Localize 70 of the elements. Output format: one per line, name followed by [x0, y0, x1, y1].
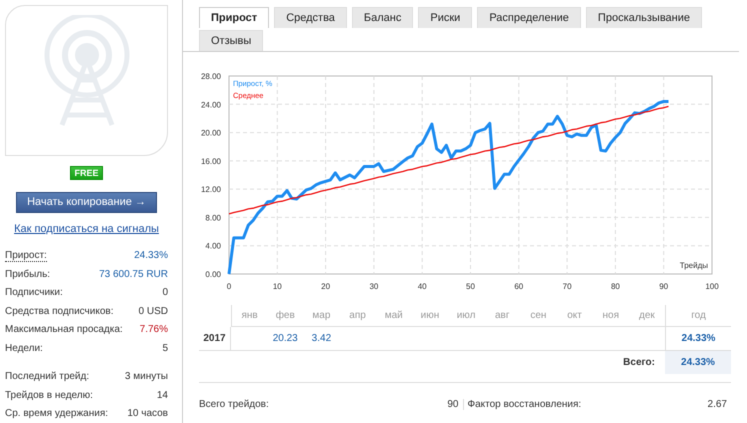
month-header: май — [376, 305, 412, 327]
tab[interactable]: Отзывы — [199, 30, 264, 51]
stat-label: Трейдов в неделю: — [5, 390, 93, 401]
summary-label: Фактор восстановления: — [468, 399, 582, 410]
y-tick-label: 28.00 — [200, 72, 221, 81]
x-tick-label: 70 — [562, 282, 572, 291]
y-tick-label: 20.00 — [200, 128, 221, 138]
month-header: фев — [267, 305, 304, 327]
start-copying-button[interactable]: Начать копирование → — [16, 192, 157, 212]
x-tick-label: 0 — [226, 282, 232, 291]
month-header: дек — [628, 305, 665, 327]
year-cell: 2017 — [199, 327, 231, 351]
x-tick-label: 30 — [369, 282, 378, 291]
tab[interactable]: Баланс — [352, 7, 414, 28]
stat-value: 24.33% — [134, 250, 168, 262]
month-header: авг — [484, 305, 520, 327]
y-tick-label: 4.00 — [205, 242, 221, 251]
tab[interactable]: Прирост — [199, 7, 270, 28]
stat-value: 3 минуты — [124, 371, 168, 382]
month-header: янв — [231, 305, 268, 327]
total-label: Всего: — [622, 356, 656, 370]
total-value: 24.33% — [665, 351, 731, 374]
stat-label: Последний трейд: — [5, 371, 90, 382]
stat-value: 14 — [156, 390, 168, 401]
tab[interactable]: Риски — [418, 7, 472, 28]
stat-value: 10 часов — [127, 408, 168, 420]
x-tick-label: 50 — [466, 282, 475, 291]
x-tick-label: 90 — [659, 282, 668, 291]
x-tick-label: 80 — [610, 282, 620, 291]
x-tick-label: 60 — [514, 282, 524, 291]
stat-label: Максимальная просадка: — [5, 324, 123, 336]
summary-value: 2.67 — [708, 399, 727, 410]
x-tick-label: 40 — [418, 282, 427, 291]
x-tick-label: 100 — [705, 282, 719, 291]
summary-label: Всего трейдов: — [199, 399, 269, 410]
month-value: 3.42 — [303, 327, 340, 351]
stat-value: 73 600.75 RUR — [99, 268, 168, 280]
x-tick-label: 10 — [272, 282, 282, 291]
y-tick-label: 24.00 — [200, 100, 221, 110]
stat-value: 5 — [162, 342, 168, 354]
month-header: ноя — [592, 305, 629, 327]
stat-label: Недели: — [5, 342, 43, 354]
stat-label: Прибыль: — [5, 268, 50, 280]
y-tick-label: 8.00 — [205, 213, 221, 222]
y-tick-label: 12.00 — [200, 185, 221, 194]
stat-value: 0 USD — [138, 306, 168, 317]
tab[interactable]: Средства — [274, 7, 347, 28]
stat-value: 0 — [162, 287, 168, 298]
y-tick-label: 16.00 — [200, 156, 221, 166]
month-header: июл — [448, 305, 484, 327]
month-header: апр — [340, 305, 376, 327]
summary-value: 90 — [447, 399, 458, 410]
stat-value: 7.76% — [140, 324, 168, 336]
stat-label: Средства подписчиков: — [5, 306, 114, 317]
subscribe-help-link[interactable]: Как подписаться на сигналы — [14, 222, 159, 234]
free-badge: FREE — [70, 166, 102, 180]
month-header: окт — [556, 305, 593, 327]
year-header: год — [665, 305, 731, 327]
stat-label: Прирост: — [5, 250, 47, 262]
x-tick-label: 20 — [321, 282, 330, 291]
month-header: июн — [412, 305, 448, 327]
month-header: мар — [303, 305, 340, 327]
y-tick-label: 0.00 — [205, 270, 221, 279]
month-value: 20.23 — [267, 327, 304, 351]
stat-label: Подписчики: — [5, 287, 63, 298]
month-header: сен — [520, 305, 556, 327]
tab[interactable]: Распределение — [477, 7, 581, 28]
stat-label: Ср. время удержания: — [5, 408, 108, 420]
x-axis-label: Трейды — [680, 261, 708, 270]
tab[interactable]: Проскальзывание — [586, 7, 702, 28]
